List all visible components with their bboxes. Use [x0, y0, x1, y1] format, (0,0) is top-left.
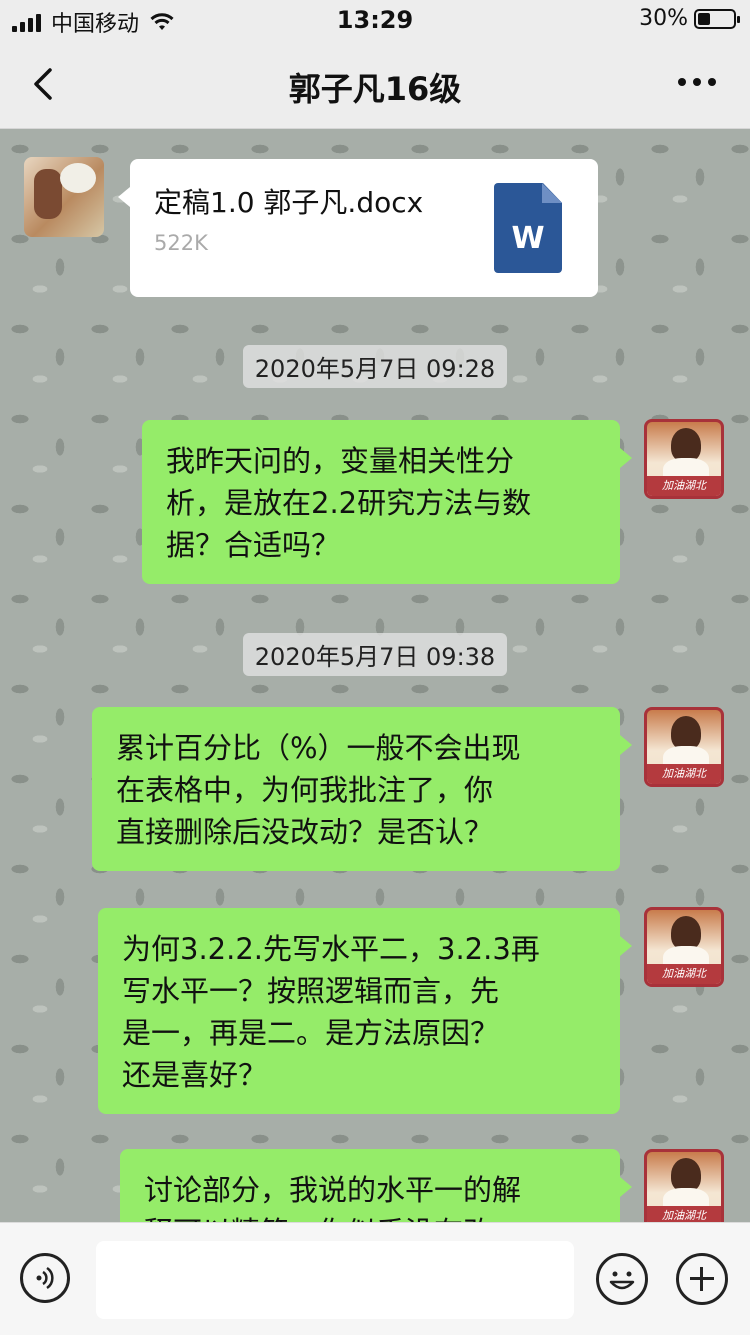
voice-icon [36, 1266, 54, 1290]
timestamp: 2020年5月7日 09:38 [0, 633, 750, 676]
my-avatar[interactable]: 加油湖北 [644, 907, 724, 987]
contact-avatar[interactable] [24, 157, 104, 237]
message-bubble[interactable]: 讨论部分，我说的水平一的解释可以精简，你似乎没有改 [120, 1149, 632, 1222]
battery-icon [694, 8, 740, 29]
timestamp: 2020年5月7日 09:28 [0, 345, 750, 388]
chat-title: 郭子凡16级 [288, 70, 462, 108]
my-avatar[interactable]: 加油湖北 [644, 419, 724, 499]
status-bar: 中国移动 13:29 30% [0, 0, 750, 40]
add-more-button[interactable] [676, 1253, 728, 1305]
input-bar [0, 1222, 750, 1335]
file-size: 522K [154, 231, 208, 255]
chat-area[interactable]: 定稿1.0 郭子凡.docx 522K W 2020年5月7日 09:28 我昨… [0, 129, 750, 1222]
word-document-icon: W [494, 183, 562, 273]
status-time: 13:29 [336, 6, 414, 34]
nav-bar: 郭子凡16级 [0, 40, 750, 129]
smiley-icon [609, 1271, 635, 1290]
more-icon[interactable] [678, 78, 716, 86]
battery-percent: 30% [639, 6, 688, 31]
voice-input-button[interactable] [20, 1253, 70, 1303]
emoji-button[interactable] [596, 1253, 648, 1305]
file-message[interactable]: 定稿1.0 郭子凡.docx 522K W [118, 159, 598, 297]
message-bubble[interactable]: 累计百分比（%）一般不会出现 在表格中，为何我批注了，你 直接删除后没改动？是否认？ [92, 707, 632, 871]
message-input[interactable] [96, 1241, 574, 1319]
my-avatar[interactable]: 加油湖北 [644, 1149, 724, 1222]
message-bubble[interactable]: 我昨天问的，变量相关性分 析，是放在2.2研究方法与数 据？合适吗？ [142, 420, 632, 584]
message-bubble[interactable]: 为何3.2.2.先写水平二，3.2.3再 写水平一？按照逻辑而言，先 是一，再是二。… [98, 908, 632, 1114]
file-name: 定稿1.0 郭子凡.docx [154, 186, 424, 219]
my-avatar[interactable]: 加油湖北 [644, 707, 724, 787]
